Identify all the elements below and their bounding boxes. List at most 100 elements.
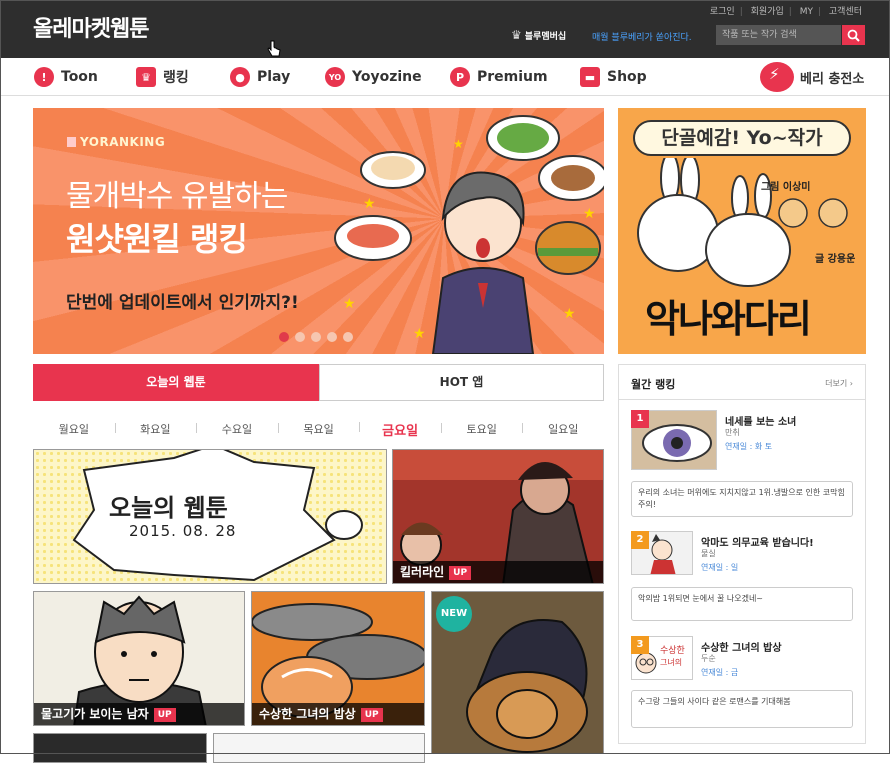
ranking-author: 만취 — [725, 428, 740, 437]
login-link[interactable]: 로그인 — [710, 7, 735, 17]
main-nav: ! Toon ♛ 랭킹 ● Play YO Yoyozine P Premium ▬ Sho… — [0, 58, 890, 96]
berry-charge-link[interactable]: 베리 충전소 — [760, 58, 864, 96]
ranking-title: 월간 랭킹 — [631, 378, 676, 391]
ranking-schedule: 연재일 : 화 토 — [725, 442, 773, 451]
my-link[interactable]: MY — [800, 7, 813, 17]
ranking-item-2[interactable]: 2 악마도 의무교육 받습니다! 물실 연재일 : 일 악의밤 1위되면 눈에서… — [631, 531, 855, 627]
rank-number: 1 — [631, 410, 649, 428]
ranking-author: 물실 — [701, 549, 716, 558]
hero-dot-4[interactable] — [327, 332, 337, 342]
ranking-name[interactable]: 네세를 보는 소녀 — [725, 413, 796, 428]
nav-shop[interactable]: ▬ Shop — [580, 58, 647, 96]
top-bar: 올레마켓웹툰 로그인 | 회원가입 | MY | 고객센터 ♛ 블루멤버십 매월 블루베… — [0, 0, 890, 58]
svg-text:그녀의: 그녀의 — [660, 657, 682, 667]
killer-caption: 킬러라인 UP — [393, 561, 603, 583]
search-button[interactable] — [842, 25, 865, 45]
promo-text[interactable]: 매월 블루베리가 쏟아진다. — [592, 30, 692, 43]
webtoon-card-lion[interactable]: NEW — [431, 591, 604, 754]
berry-icon — [760, 62, 794, 92]
ranking-name[interactable]: 악마도 의무교육 받습니다! — [701, 534, 814, 549]
ranking-schedule: 연재일 : 금 — [701, 668, 739, 677]
webtoon-card-partial-2[interactable] — [213, 733, 425, 763]
ranking-comment: 수그랑 그들의 사이다 같은 로맨스를 기대해봄 — [631, 690, 853, 728]
side-banner-author-art: 그림 이상미 — [761, 182, 811, 193]
site-logo[interactable]: 올레마켓웹툰 — [33, 11, 149, 43]
day-sat[interactable]: 토요일 — [440, 421, 523, 437]
side-banner[interactable]: 단골예감! Yo~작가 그림 이상미 글 강용운 악나와다리 — [618, 108, 866, 354]
rank-number: 3 — [631, 636, 649, 654]
fish-caption: 물고기가 보이는 남자 UP — [34, 703, 244, 725]
ranking-item-1[interactable]: 1 네세를 보는 소녀 만취 연재일 : 화 토 우리의 소녀는 머위에도 지치… — [631, 410, 855, 520]
hero-line-2: 원샷원킬 랭킹 — [66, 220, 248, 258]
nav-premium[interactable]: P Premium — [450, 58, 548, 96]
p-icon: P — [450, 67, 470, 87]
monthly-ranking-panel: 월간 랭킹 더보기 › 1 네세를 보는 소녀 만취 연재일 : 화 토 우리의… — [618, 364, 866, 744]
svg-text:★: ★ — [453, 137, 464, 151]
side-banner-author-story: 글 강용운 — [815, 254, 856, 265]
hero-line-1: 물개박수 유발하는 — [66, 179, 288, 214]
ranking-comment: 악의밤 1위되면 눈에서 꿀 나오겠네~ — [631, 587, 853, 621]
hero-dot-1[interactable] — [279, 332, 289, 342]
hero-dot-2[interactable] — [295, 332, 305, 342]
hero-banner[interactable]: ★ ★ ★ ★ ★ ★ YORANKING 물개박수 유발하는 원샷원킬 랭킹 … — [33, 108, 604, 354]
day-tue[interactable]: 화요일 — [114, 421, 197, 437]
rank-number: 2 — [631, 531, 649, 549]
ranking-divider — [619, 399, 865, 400]
webtoon-card-partial-1[interactable] — [33, 733, 207, 763]
account-links: 로그인 | 회원가입 | MY | 고객센터 — [709, 7, 862, 17]
today-webtoon-card[interactable]: 오늘의 웹툰 2015. 08. 28 — [33, 449, 387, 584]
membership-link[interactable]: ♛ 블루멤버십 — [511, 28, 566, 42]
hero-dot-3[interactable] — [311, 332, 321, 342]
nav-yoyozine[interactable]: YO Yoyozine — [325, 58, 422, 96]
side-illustration — [637, 158, 848, 287]
webtoon-card-fish[interactable]: 물고기가 보이는 남자 UP — [33, 591, 245, 726]
nav-play[interactable]: ● Play — [230, 58, 290, 96]
crown-icon: ♛ — [511, 28, 522, 42]
day-fri[interactable]: 금요일 — [359, 420, 441, 439]
signup-link[interactable]: 회원가입 — [751, 7, 784, 17]
svg-text:★: ★ — [343, 296, 356, 312]
trophy-icon: ♛ — [136, 67, 156, 87]
svg-text:★: ★ — [583, 206, 596, 222]
day-thu[interactable]: 목요일 — [277, 421, 360, 437]
hero-illustration: ★ ★ ★ ★ ★ ★ — [334, 115, 604, 354]
day-mon[interactable]: 월요일 — [33, 421, 115, 437]
nav-ranking[interactable]: ♛ 랭킹 — [136, 58, 189, 96]
webtoon-card-table[interactable]: 수상한 그녀의 밥상 UP — [251, 591, 425, 726]
ranking-schedule: 연재일 : 일 — [701, 563, 739, 572]
weekday-selector: 월요일 화요일 수요일 목요일 금요일 토요일 일요일 — [33, 416, 604, 442]
ranking-item-3[interactable]: 수상한 그녀의 3 수상한 그녀의 밥상 두순 연재일 : 금 수그랑 그들의 사… — [631, 636, 855, 736]
hero-pagination — [279, 332, 353, 342]
balloon-icon: ● — [230, 67, 250, 87]
bag-icon: ▬ — [580, 67, 600, 87]
side-banner-title: 단골예감! Yo~작가 — [633, 120, 851, 156]
search-icon — [847, 29, 860, 42]
svg-text:★: ★ — [363, 196, 376, 212]
search-input[interactable] — [716, 25, 841, 45]
tab-hot-app[interactable]: HOT 앱 — [319, 364, 604, 401]
day-wed[interactable]: 수요일 — [196, 421, 278, 437]
today-card-title: 오늘의 웹툰 — [109, 494, 228, 522]
tab-today-webtoon[interactable]: 오늘의 웹툰 — [33, 364, 319, 401]
hero-dot-5[interactable] — [343, 332, 353, 342]
ranking-comment: 우리의 소녀는 머위에도 지치지않고 1위.냉발으로 인한 코막힘 주의! — [631, 481, 853, 517]
nav-toon[interactable]: ! Toon — [34, 58, 98, 96]
hero-line-3: 단번에 업데이트에서 인기까지?! — [66, 293, 299, 313]
today-card-date: 2015. 08. 28 — [129, 522, 237, 540]
up-badge: UP — [360, 708, 383, 722]
svg-text:★: ★ — [413, 326, 426, 342]
day-sun[interactable]: 일요일 — [522, 421, 604, 437]
support-link[interactable]: 고객센터 — [829, 7, 862, 17]
table-caption: 수상한 그녀의 밥상 UP — [252, 703, 424, 725]
webtoon-card-killer[interactable]: 킬러라인 UP — [392, 449, 604, 584]
up-badge: UP — [449, 566, 472, 580]
ranking-more-link[interactable]: 더보기 › — [825, 378, 853, 389]
new-badge: NEW — [436, 596, 472, 632]
ranking-author: 두순 — [701, 654, 716, 663]
exclaim-icon: ! — [34, 67, 54, 87]
svg-text:수상한: 수상한 — [660, 645, 685, 656]
yo-icon: YO — [325, 67, 345, 87]
ranking-name[interactable]: 수상한 그녀의 밥상 — [701, 639, 782, 654]
side-banner-big-title: 악나와다리 — [645, 297, 812, 341]
hand-cursor-icon — [267, 40, 281, 57]
